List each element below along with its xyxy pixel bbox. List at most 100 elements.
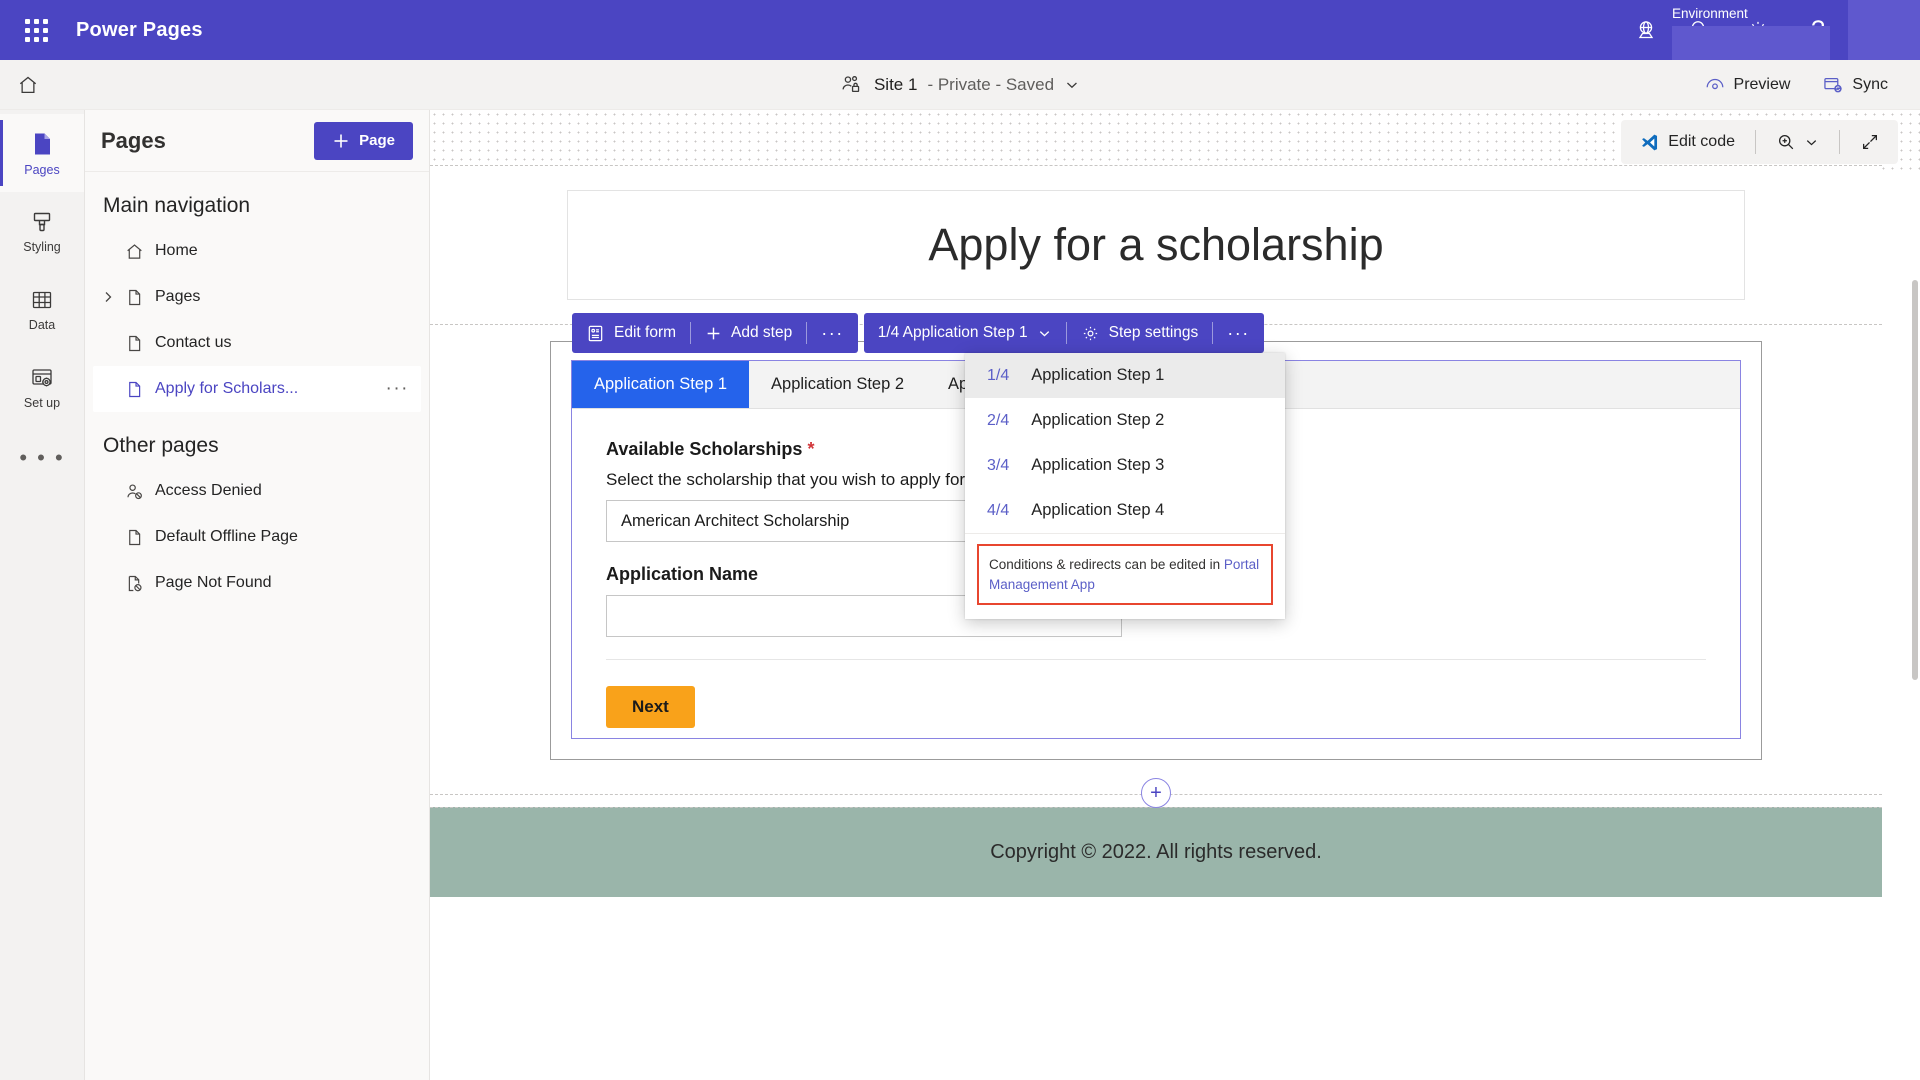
step-more-options-button[interactable]: ··· [1213,313,1263,353]
sidebar-item-page-not-found[interactable]: Page Not Found [93,560,421,606]
available-scholarships-value: American Architect Scholarship [621,511,850,530]
page-section-title[interactable]: Apply for a scholarship [430,165,1882,325]
add-section-button[interactable]: + [1141,778,1171,808]
home-icon [125,242,145,261]
toolbar-divider [1755,130,1756,154]
next-button[interactable]: Next [606,686,695,728]
home-button[interactable] [0,60,56,110]
expand-canvas-button[interactable] [1850,126,1890,158]
command-bar-actions: Preview Sync [1692,67,1920,103]
form-widget-toolbar: Edit form Add step ··· 1/4 Application S… [572,313,1264,353]
file-blocked-icon [125,574,145,593]
suite-header-right: Environment ? [1624,0,1920,60]
step-menu-item-2[interactable]: 2/4 Application Step 2 [965,398,1285,443]
step-menu-footer: Conditions & redirects can be edited in … [965,533,1285,619]
tab-application-step-2[interactable]: Application Step 2 [749,361,926,408]
rail-label-pages: Pages [24,162,60,177]
footer-copyright: Copyright © 2022. All rights reserved. [990,841,1322,863]
canvas-toolbar: Edit code [1621,120,1898,164]
suite-header: Power Pages Environment [0,0,1920,60]
page-section-footer[interactable]: Copyright © 2022. All rights reserved. [430,795,1882,897]
preview-button[interactable]: Preview [1692,67,1803,103]
chevron-down-icon [1804,135,1819,150]
app-launcher-button[interactable] [12,18,60,42]
multistep-form-widget[interactable]: Edit form Add step ··· 1/4 Application S… [571,313,1741,739]
add-page-button[interactable]: Page [314,121,413,160]
rail-item-data[interactable]: Data [0,270,84,348]
sidebar-item-label: Apply for Scholars... [155,380,299,397]
step-selector-label: 1/4 Application Step 1 [877,324,1028,341]
page-context-menu-button[interactable]: ··· [386,378,409,400]
rail-label-data: Data [28,317,56,332]
step-fraction: 3/4 [987,456,1010,474]
form-section-outline[interactable]: Edit form Add step ··· 1/4 Application S… [550,313,1762,760]
conditions-redirects-note: Conditions & redirects can be edited in … [977,544,1273,606]
plus-icon [332,132,350,150]
ellipsis-icon: • • • [19,445,65,470]
rail-more-button[interactable]: • • • [0,426,84,490]
pages-panel-header: Pages Page [85,110,429,172]
chevron-down-icon [1064,77,1080,93]
sidebar-item-apply-for-scholarship[interactable]: Apply for Scholars... ··· [93,366,421,412]
step-fraction: 4/4 [987,501,1010,519]
step-settings-button[interactable]: Step settings [1067,313,1213,353]
person-blocked-icon [125,482,145,501]
waffle-icon [24,18,48,42]
sync-button[interactable]: Sync [1810,67,1900,103]
site-selector[interactable]: Site 1 - Private - Saved [832,69,1088,101]
site-people-lock-icon [840,73,864,97]
file-icon [125,528,145,547]
step-settings-label: Step settings [1108,324,1199,341]
environment-globe-icon [1624,18,1668,42]
page-section-form[interactable]: Edit form Add step ··· 1/4 Application S… [430,313,1882,808]
sidebar-item-label: Default Offline Page [155,528,298,545]
environment-picker[interactable]: Environment [1624,0,1830,60]
account-avatar-redacted[interactable] [1848,0,1920,60]
edit-form-button[interactable]: Edit form [572,313,690,353]
step-menu-item-3[interactable]: 3/4 Application Step 3 [965,443,1285,488]
page-icon [28,130,56,158]
other-pages-list: Access Denied Default Offline Page Page … [85,468,429,606]
other-pages-heading: Other pages [103,434,219,457]
chevron-right-icon[interactable] [101,290,115,304]
form-more-options-button[interactable]: ··· [807,313,857,353]
step-menu-item-4[interactable]: 4/4 Application Step 4 [965,488,1285,533]
title-text-block[interactable]: Apply for a scholarship [567,190,1745,300]
vscode-icon [1639,132,1660,153]
plus-icon [705,325,722,342]
file-icon [125,288,145,307]
plus-icon: + [1150,781,1162,804]
canvas-scrollbar[interactable] [1912,280,1918,680]
step-label: Application Step 2 [1031,411,1165,429]
field-label-text: Application Name [606,564,759,584]
footer-band[interactable]: Copyright © 2022. All rights reserved. [430,807,1882,897]
rail-item-styling[interactable]: Styling [0,192,84,270]
add-step-button[interactable]: Add step [691,313,806,353]
preview-label: Preview [1733,75,1791,93]
tab-application-step-1[interactable]: Application Step 1 [572,361,750,408]
sidebar-item-pages[interactable]: Pages [93,274,421,320]
site-name: Site 1 [873,74,918,94]
zoom-control[interactable] [1766,126,1829,158]
sidebar-item-label: Access Denied [155,482,262,499]
sidebar-item-default-offline-page[interactable]: Default Offline Page [93,514,421,560]
rail-item-setup[interactable]: Set up [0,348,84,426]
file-icon [125,380,145,399]
step-selector-button[interactable]: 1/4 Application Step 1 [864,313,1066,353]
left-rail: Pages Styling Data Set up • • • [0,110,85,1080]
conditions-note-text: Conditions & redirects can be edited in [989,557,1221,572]
home-icon [17,74,39,96]
step-menu-item-1[interactable]: 1/4 Application Step 1 [965,353,1285,398]
add-page-label: Page [359,132,395,149]
rendered-page: Apply for a scholarship Edit form Add st… [430,165,1882,897]
file-icon [125,334,145,353]
toolbar-divider-2 [1839,130,1840,154]
sidebar-item-home[interactable]: Home [93,228,421,274]
required-asterisk: * [807,439,815,459]
table-icon [29,287,55,313]
edit-code-button[interactable]: Edit code [1629,126,1745,159]
rail-item-pages[interactable]: Pages [0,114,84,192]
sidebar-item-contact-us[interactable]: Contact us [93,320,421,366]
sidebar-item-access-denied[interactable]: Access Denied [93,468,421,514]
site-status: - Private - Saved [927,74,1055,94]
